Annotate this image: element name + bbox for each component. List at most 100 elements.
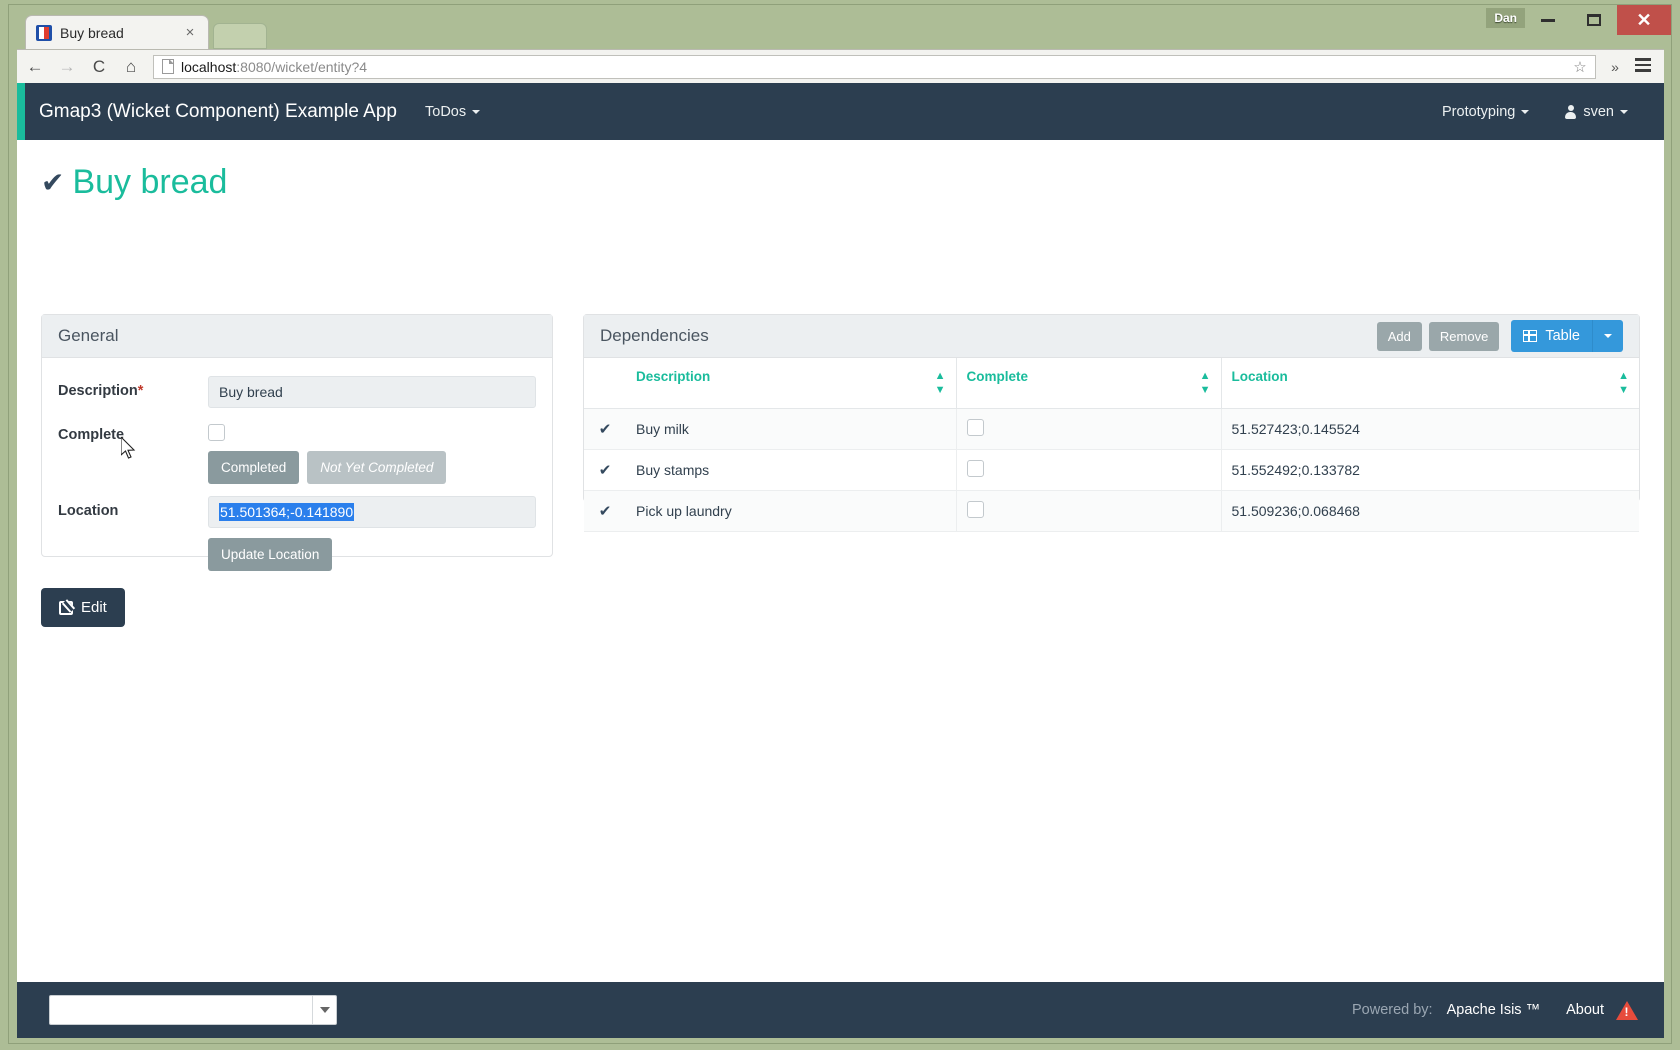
row-complete-checkbox[interactable] xyxy=(966,501,984,518)
complete-label: Complete xyxy=(58,427,125,443)
complete-control: Completed Not Yet Completed xyxy=(208,420,536,484)
grid-icon xyxy=(1523,330,1538,342)
view-dropdown-button[interactable] xyxy=(1592,320,1623,352)
back-icon[interactable]: ← xyxy=(21,53,49,81)
row-complete-checkbox[interactable] xyxy=(966,460,984,477)
location-input[interactable]: 51.501364;-0.141890 xyxy=(208,496,536,528)
column-header-complete-label: Complete xyxy=(966,369,1029,384)
sort-icon[interactable]: ▲ ▼ xyxy=(1200,369,1211,397)
column-header-description[interactable]: Description ▲ ▼ xyxy=(626,358,957,409)
pencil-icon xyxy=(59,600,73,615)
general-panel-body: Description* Buy bread Complete Complete… xyxy=(42,358,552,599)
cell-description[interactable]: Buy stamps xyxy=(626,449,957,491)
forward-icon: → xyxy=(58,56,76,76)
close-tab-icon[interactable]: × xyxy=(180,23,200,43)
page-info-icon xyxy=(162,59,174,74)
footer-select[interactable] xyxy=(49,995,337,1025)
warning-icon[interactable] xyxy=(1616,1000,1638,1020)
cell-complete xyxy=(956,490,1222,532)
description-label: Description* xyxy=(58,376,208,399)
row-complete-checkbox[interactable] xyxy=(966,419,984,436)
home-icon[interactable]: ⌂ xyxy=(117,53,145,81)
browser-window: Buy bread × Dan ✕ ← → C ⌂ localhost:8080… xyxy=(8,4,1672,1044)
chevron-down-icon[interactable] xyxy=(312,996,336,1024)
cell-description[interactable]: Pick up laundry xyxy=(626,490,957,532)
completed-button[interactable]: Completed xyxy=(208,451,300,484)
column-header-location[interactable]: Location ▲ ▼ xyxy=(1221,358,1639,409)
overflow-chevron-icon[interactable]: » xyxy=(1602,59,1628,75)
navbar-right: Prototyping sven xyxy=(1442,104,1664,120)
nav-todos-label: ToDos xyxy=(425,103,467,120)
view-table-button[interactable]: Table xyxy=(1511,320,1592,352)
hamburger-menu-icon[interactable] xyxy=(1628,55,1658,78)
about-link[interactable]: About xyxy=(1566,1002,1604,1018)
chevron-down-icon xyxy=(1604,334,1612,338)
cell-location: 51.509236;0.068468 xyxy=(1221,490,1639,532)
description-input[interactable]: Buy bread xyxy=(208,376,536,408)
bookmark-star-icon[interactable]: ☆ xyxy=(1569,58,1591,76)
not-yet-completed-button[interactable]: Not Yet Completed xyxy=(307,451,447,484)
table-header-row: Description ▲ ▼ Complete ▲ ▼ Location ▲ ▼ xyxy=(584,358,1639,409)
reload-icon[interactable]: C xyxy=(85,53,113,81)
location-control: 51.501364;-0.141890 Update Location xyxy=(208,496,536,571)
window-user-chip[interactable]: Dan xyxy=(1486,8,1525,28)
app-navbar: Gmap3 (Wicket Component) Example App ToD… xyxy=(17,83,1664,140)
powered-by-label: Powered by: xyxy=(1351,1002,1433,1018)
cell-description[interactable]: Buy milk xyxy=(626,408,957,450)
new-tab-button[interactable] xyxy=(213,23,267,49)
sort-icon[interactable]: ▲ ▼ xyxy=(935,369,946,397)
url-path: :8080/wicket/entity?4 xyxy=(236,58,368,75)
cell-location: 51.527423;0.145524 xyxy=(1221,408,1639,450)
address-bar[interactable]: localhost:8080/wicket/entity?4 ☆ xyxy=(153,54,1596,79)
user-icon xyxy=(1565,104,1577,119)
nav-item-prototyping[interactable]: Prototyping xyxy=(1442,103,1530,120)
complete-checkbox[interactable] xyxy=(208,424,225,441)
page-footer: Powered by: Apache Isis ™ About xyxy=(17,982,1664,1038)
cell-location: 51.552492;0.133782 xyxy=(1221,449,1639,491)
row-link-icon[interactable]: ✔ xyxy=(584,408,626,450)
maximize-button[interactable] xyxy=(1571,5,1617,35)
remove-button[interactable]: Remove xyxy=(1428,321,1500,351)
browser-toolbar: ← → C ⌂ localhost:8080/wicket/entity?4 ☆… xyxy=(17,49,1664,83)
maximize-icon xyxy=(1587,14,1601,26)
page-title: ✔ Buy bread xyxy=(41,163,227,202)
nav-item-user[interactable]: sven xyxy=(1565,104,1628,120)
dependencies-header-actions: Add Remove Table xyxy=(1370,320,1623,352)
table-row[interactable]: ✔ Buy milk 51.527423;0.145524 xyxy=(584,408,1639,450)
nav-item-todos[interactable]: ToDos xyxy=(425,103,481,120)
url-host: localhost xyxy=(181,58,237,75)
complete-field-row: Complete Completed Not Yet Completed xyxy=(58,420,536,484)
app-brand[interactable]: Gmap3 (Wicket Component) Example App xyxy=(39,101,397,123)
column-header-complete[interactable]: Complete ▲ ▼ xyxy=(956,358,1222,409)
chevron-down-icon xyxy=(1620,109,1628,114)
update-location-button[interactable]: Update Location xyxy=(208,538,333,571)
edit-button[interactable]: Edit xyxy=(41,588,125,627)
description-field-row: Description* Buy bread xyxy=(58,376,536,408)
page-title-text: Buy bread xyxy=(72,163,228,201)
row-link-icon[interactable]: ✔ xyxy=(584,490,626,532)
required-marker: * xyxy=(137,383,144,399)
row-link-icon[interactable]: ✔ xyxy=(584,449,626,491)
browser-tab[interactable]: Buy bread × xyxy=(25,15,209,49)
general-panel-header: General xyxy=(42,315,552,358)
chevron-down-icon xyxy=(1521,109,1530,114)
dependencies-panel-title: Dependencies xyxy=(600,326,709,345)
general-panel-title: General xyxy=(58,326,119,345)
description-control: Buy bread xyxy=(208,376,536,408)
apache-isis-link[interactable]: Apache Isis ™ xyxy=(1447,1002,1541,1018)
sort-icon[interactable]: ▲ ▼ xyxy=(1618,369,1629,397)
complete-action-buttons: Completed Not Yet Completed xyxy=(208,451,536,484)
dependencies-panel: Dependencies Add Remove Table Descriptio… xyxy=(583,314,1640,532)
close-window-button[interactable]: ✕ xyxy=(1617,5,1671,35)
nav-user-label: sven xyxy=(1583,103,1614,120)
location-selected-text: 51.501364;-0.141890 xyxy=(219,503,355,521)
edit-button-label: Edit xyxy=(81,599,107,616)
add-button[interactable]: Add xyxy=(1376,321,1422,351)
nav-prototyping-label: Prototyping xyxy=(1442,103,1516,120)
select-column-header xyxy=(584,358,626,409)
minimize-button[interactable] xyxy=(1525,5,1571,35)
table-row[interactable]: ✔ Buy stamps 51.552492;0.133782 xyxy=(584,449,1639,491)
dependencies-table-body: ✔ Buy milk 51.527423;0.145524 ✔ Buy stamps 51… xyxy=(584,408,1639,532)
favicon-icon xyxy=(36,24,52,41)
table-row[interactable]: ✔ Pick up laundry 51.509236;0.068468 xyxy=(584,490,1639,532)
